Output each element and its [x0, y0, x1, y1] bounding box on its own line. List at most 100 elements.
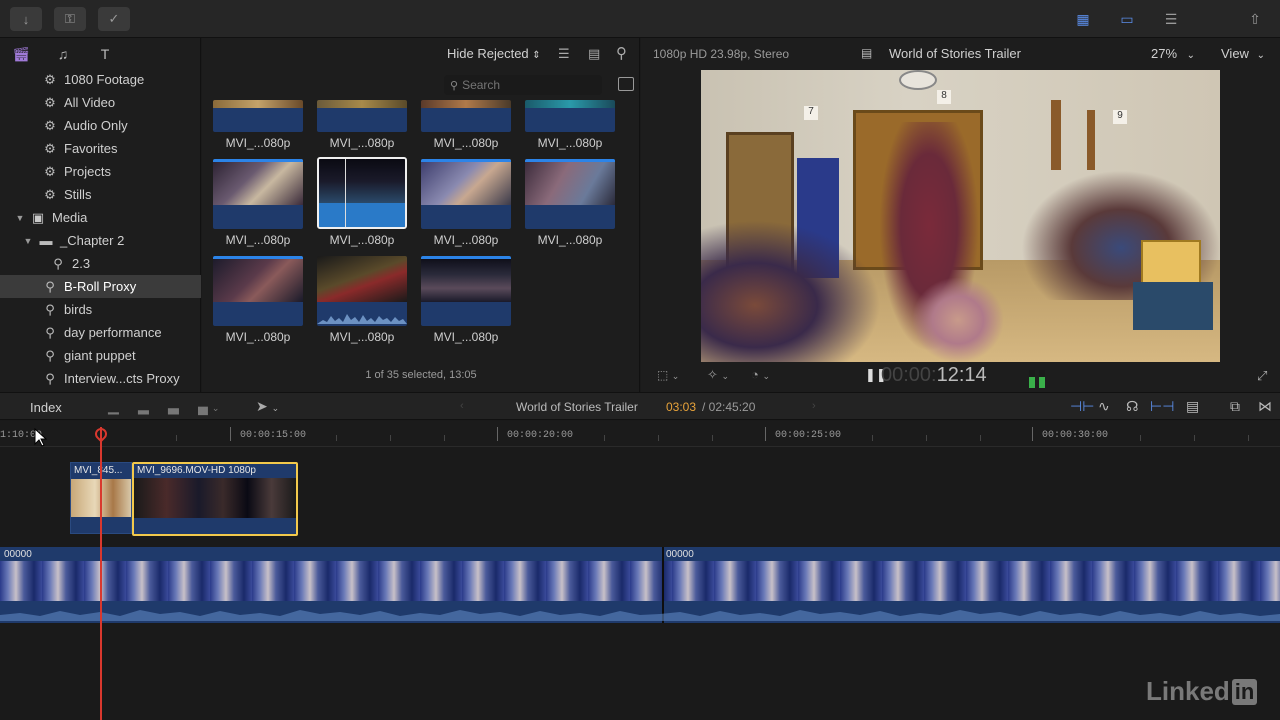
- audio-wave-icon: ∿: [1098, 398, 1110, 414]
- sidebar-item-b-roll-proxy[interactable]: ⚲ B-Roll Proxy: [0, 275, 201, 298]
- clip-thumbnail[interactable]: [213, 159, 303, 229]
- audio-meter-right: [1039, 370, 1045, 388]
- background-tasks-button[interactable]: ✓: [98, 7, 130, 31]
- retime-popup[interactable]: ◔ ⌄: [751, 367, 770, 382]
- disclosure-triangle-icon[interactable]: ▼: [22, 236, 34, 246]
- enhancements-popup[interactable]: ✧ ⌄: [707, 367, 729, 383]
- sidebar-item-all-video[interactable]: ⚙ All Video: [0, 91, 201, 114]
- audio-skimming-button[interactable]: ∿: [1098, 398, 1110, 415]
- inspector-button[interactable]: ☰: [1156, 7, 1186, 31]
- ruler-tick: [1140, 435, 1141, 441]
- clip-label: MVI_...080p: [225, 330, 291, 344]
- download-arrow-icon: ↓: [22, 11, 30, 27]
- sliders-icon: ☰: [1164, 10, 1178, 27]
- clapper-icon: 🎬︎: [12, 45, 30, 62]
- sidebar-item-birds[interactable]: ⚲ birds: [0, 298, 201, 321]
- viewer-timecode: 00:00:12:14: [881, 364, 987, 386]
- sidebar-item-giant-puppet[interactable]: ⚲ giant puppet: [0, 344, 201, 367]
- share-button[interactable]: ⇧: [1240, 7, 1270, 31]
- chevron-down-icon: ⌄: [1186, 50, 1196, 61]
- chevron-down-icon: ⌄: [211, 403, 220, 413]
- room-number-7: 7: [804, 106, 818, 120]
- titles-generators-tab[interactable]: T: [94, 44, 116, 64]
- search-input[interactable]: [462, 78, 583, 92]
- sidebar-item-favorites[interactable]: ⚙ Favorites: [0, 137, 201, 160]
- playhead[interactable]: [100, 427, 102, 720]
- browser-layout-button[interactable]: ▦: [1068, 7, 1098, 31]
- search-button[interactable]: ⚲: [616, 44, 627, 62]
- connected-clip-selected[interactable]: MVI_9696.MOV-HD 1080p: [132, 462, 298, 536]
- clip-appearance-button[interactable]: ▤: [1186, 398, 1199, 415]
- filter-popup[interactable]: Hide Rejected ⇕: [447, 46, 541, 61]
- clip-thumbnail[interactable]: [213, 100, 303, 132]
- timeline-ruler[interactable]: 1:10:00 00:00:15:00 00:00:20:00 00:00:25…: [0, 421, 1280, 447]
- clip-thumbnail[interactable]: [421, 256, 511, 326]
- sidebar-item-media[interactable]: ▼ ▣ Media: [0, 206, 201, 229]
- clip-thumbnail[interactable]: [525, 100, 615, 132]
- sidebar-item-1080-footage[interactable]: ⚙ 1080 Footage: [0, 68, 201, 91]
- sidebar-item-stills[interactable]: ⚙ Stills: [0, 183, 201, 206]
- arrow-cursor-icon: ➤: [256, 398, 268, 414]
- history-forward-button[interactable]: ›: [812, 400, 816, 412]
- transitions-browser-button[interactable]: ⋈: [1258, 398, 1272, 415]
- clip-label: MVI_...080p: [329, 233, 395, 247]
- clip-label: MVI_...080p: [329, 136, 395, 150]
- libraries-tab[interactable]: 🎬︎: [10, 44, 32, 64]
- clip-thumbnail[interactable]: [421, 100, 511, 132]
- keywords-button[interactable]: ⚿: [54, 7, 86, 31]
- index-button[interactable]: Index: [30, 400, 62, 415]
- append-clip-button[interactable]: ▃: [168, 398, 179, 415]
- clip-thumbnail[interactable]: [213, 256, 303, 326]
- clip-thumbnail-selected[interactable]: [317, 157, 407, 229]
- keyword-icon: ⚲: [45, 278, 55, 294]
- skimming-button[interactable]: ⊣⊢: [1070, 398, 1094, 415]
- clip-label: MVI_...080p: [433, 330, 499, 344]
- history-back-button[interactable]: ‹: [460, 400, 464, 412]
- ruler-tick: [980, 435, 981, 441]
- storyline-audio-waveform: [0, 610, 1280, 621]
- insert-clip-button[interactable]: ▂: [138, 398, 149, 415]
- view-popup[interactable]: View ⌄: [1221, 46, 1265, 61]
- clip-appearance-button[interactable]: ▤: [588, 46, 600, 62]
- zoom-popup[interactable]: 27% ⌄: [1151, 46, 1195, 61]
- search-field[interactable]: ⚲: [444, 75, 602, 95]
- filmstrip-toggle-button[interactable]: [618, 77, 634, 91]
- clip-thumbnail[interactable]: [317, 100, 407, 132]
- tool-select-popup[interactable]: ➤ ⌄: [256, 398, 279, 415]
- clip-name: MVI_9696.MOV-HD 1080p: [137, 465, 256, 476]
- photos-audio-tab[interactable]: ♫: [52, 44, 74, 64]
- clip-thumbnail[interactable]: [317, 256, 407, 326]
- gear-icon: ⚙: [44, 71, 56, 87]
- project-clapper-icon: ▤: [861, 46, 873, 60]
- connect-clip-button[interactable]: ▁: [108, 398, 119, 415]
- clip-thumbnail[interactable]: [421, 159, 511, 229]
- overwrite-clip-button[interactable]: ▄ ⌄: [198, 398, 219, 414]
- solo-button[interactable]: ☊: [1126, 398, 1138, 415]
- import-button[interactable]: ↓: [10, 7, 42, 31]
- sidebar-item-projects[interactable]: ⚙ Projects: [0, 160, 201, 183]
- main-toolbar: ↓ ⚿ ✓ ▦ ▭ ☰ ⇧: [0, 0, 1280, 38]
- format-info: 1080p HD 23.98p, Stereo: [653, 47, 790, 61]
- disclosure-triangle-icon[interactable]: ▼: [14, 213, 26, 223]
- sidebar-item-chapter-2[interactable]: ▼ ▬ _Chapter 2: [0, 229, 201, 252]
- sidebar-item-2-3[interactable]: ⚲ 2.3: [0, 252, 201, 275]
- fullscreen-button[interactable]: ⤢: [1257, 368, 1267, 384]
- ruler-label: 00:00:15:00: [240, 430, 307, 441]
- timeline-total-time: / 02:45:20: [702, 400, 756, 414]
- sidebar-item-audio-only[interactable]: ⚙ Audio Only: [0, 114, 201, 137]
- clip-thumbnail[interactable]: [525, 159, 615, 229]
- sidebar-item-interview-proxy[interactable]: ⚲ Interview...cts Proxy: [0, 367, 201, 390]
- music-camera-icon: ♫: [57, 46, 69, 62]
- primary-storyline[interactable]: 00000 00000: [0, 547, 1280, 623]
- sidebar-item-day-performance[interactable]: ⚲ day performance: [0, 321, 201, 344]
- transform-popup[interactable]: ⬚ ⌄: [657, 368, 679, 382]
- gear-icon: ⚙: [44, 186, 56, 202]
- magic-wand-icon: ✧: [707, 367, 718, 382]
- effects-browser-button[interactable]: ⧉: [1230, 398, 1240, 415]
- storyline-filmstrip: [0, 561, 1280, 601]
- timeline-layout-button[interactable]: ▭: [1112, 7, 1142, 31]
- snapping-button[interactable]: ⊢⊣: [1150, 398, 1174, 415]
- chevron-down-icon: ⌄: [671, 371, 680, 381]
- list-view-button[interactable]: ☰: [558, 46, 570, 62]
- timeline-tracks[interactable]: MVI_845... MVI_9696.MOV-HD 1080p 00000 0…: [0, 447, 1280, 720]
